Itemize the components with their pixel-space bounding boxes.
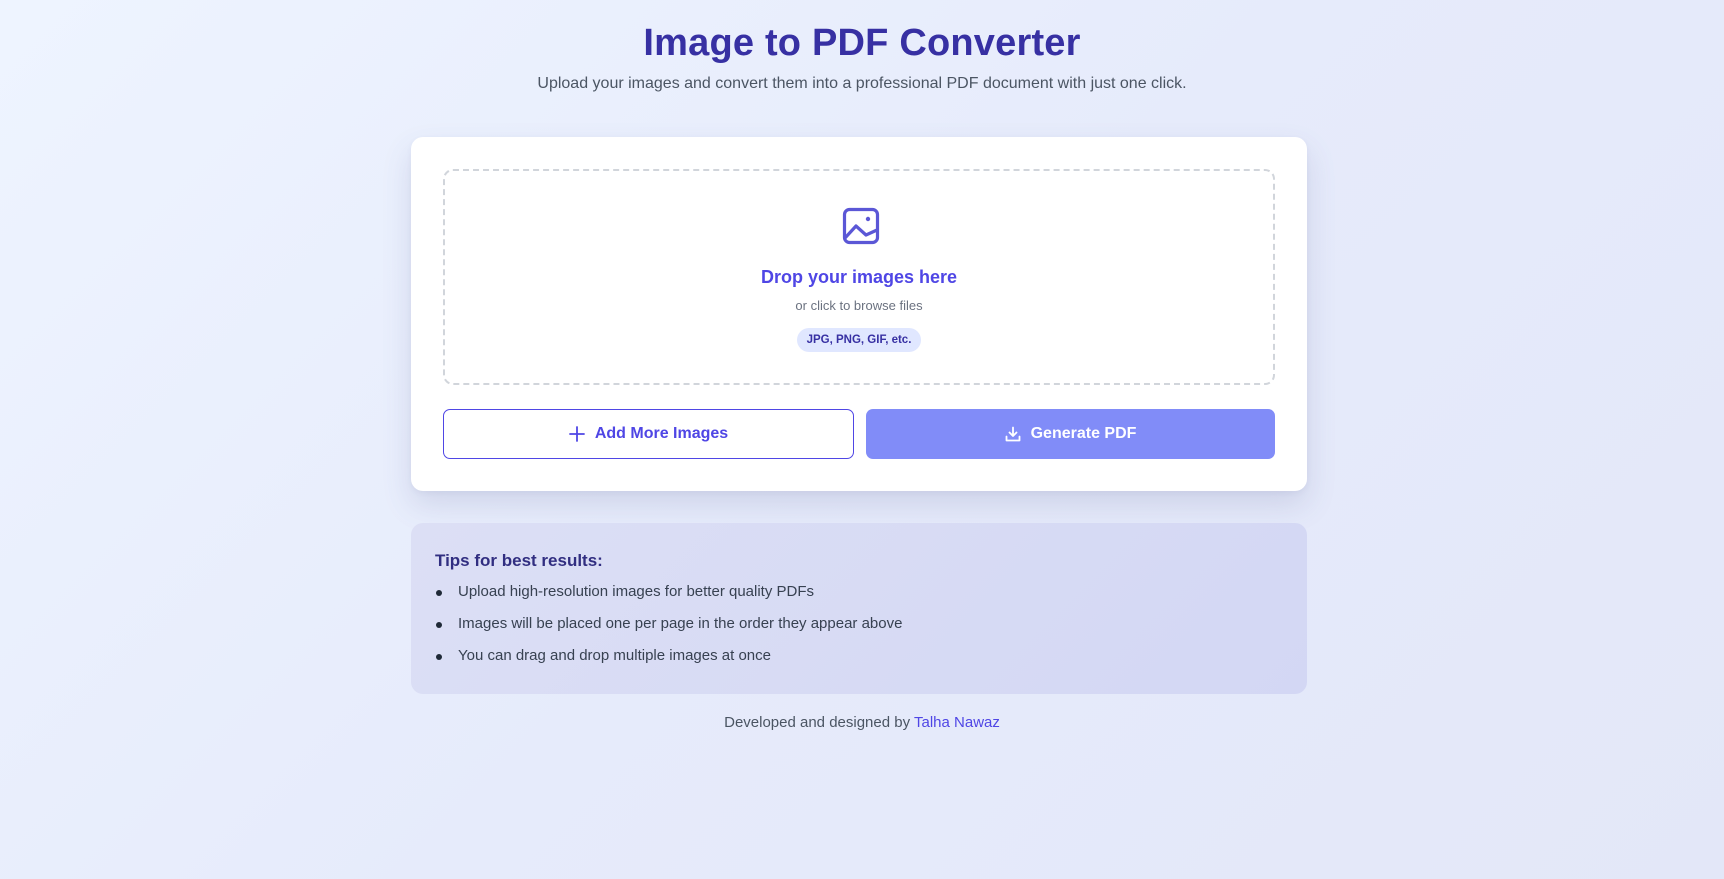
tip-text: Upload high-resolution images for better… [458,583,815,600]
page-subtitle: Upload your images and convert them into… [537,75,1187,92]
image-icon [842,207,880,245]
formats-badge: JPG, PNG, GIF, etc. [797,328,921,352]
generate-pdf-button[interactable]: Generate PDF [866,409,1275,459]
bullet-icon [436,654,442,660]
list-item: Upload high-resolution images for better… [435,584,902,616]
footer-text: Developed and designed by [724,714,911,731]
upload-card: Drop your images here or click to browse… [411,137,1307,491]
tips-title: Tips for best results: [435,551,603,570]
footer: Developed and designed by Talha Nawaz [0,714,1724,731]
author-link[interactable]: Talha Nawaz [914,714,1000,731]
add-more-images-button[interactable]: Add More Images [443,409,854,459]
dropzone-hint: or click to browse files [795,298,923,313]
add-more-images-label: Add More Images [594,425,729,442]
dropzone-title: Drop your images here [760,267,958,287]
list-item: You can drag and drop multiple images at… [435,648,902,680]
tips-panel: Tips for best results: Upload high-resol… [411,523,1307,694]
tip-text: Images will be placed one per page in th… [458,615,903,632]
download-icon [1005,426,1020,442]
page-title: Image to PDF Converter [643,22,1081,64]
generate-pdf-label: Generate PDF [1030,425,1137,442]
bullet-icon [436,622,442,628]
tips-list: Upload high-resolution images for better… [435,584,902,680]
tip-text: You can drag and drop multiple images at… [458,647,771,664]
list-item: Images will be placed one per page in th… [435,616,902,648]
bullet-icon [436,590,442,596]
plus-icon [568,426,585,442]
image-dropzone[interactable]: Drop your images here or click to browse… [443,169,1275,385]
